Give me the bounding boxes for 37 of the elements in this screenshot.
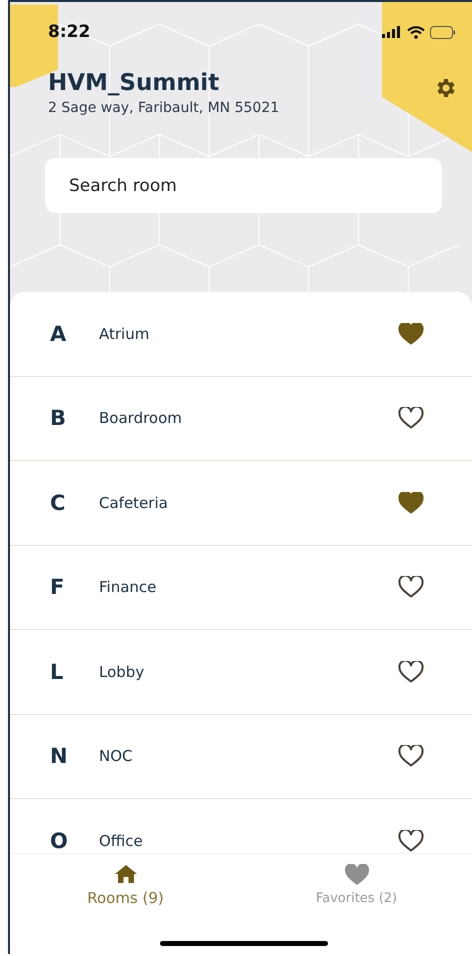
room-name: Boardroom [99,409,183,428]
room-name: Lobby [99,662,146,681]
room-row[interactable]: F Finance [10,546,472,630]
index-letter: F [50,575,66,600]
heart-outline-icon[interactable] [398,407,424,430]
battery-icon [430,26,456,38]
room-row[interactable]: L Lobby [10,630,472,714]
room-name: Cafeteria [99,494,169,512]
wifi-icon [407,26,425,38]
heart-outline-icon[interactable] [398,576,424,598]
room-row[interactable]: A Atrium [10,292,472,376]
room-row[interactable]: O Office [10,799,472,853]
home-icon [114,864,138,884]
building-address: 2 Sage way, Faribault, MN 55021 [48,100,280,116]
room-name: Atrium [99,324,150,343]
room-name: Finance [99,578,158,596]
index-letter: A [50,322,68,346]
heart-outline-icon[interactable] [398,660,424,683]
index-letter: N [50,744,69,768]
heart-outline-icon[interactable] [398,745,424,768]
heart-outline-icon[interactable] [398,830,424,852]
signal-icon [382,26,402,38]
index-letter: L [50,660,64,684]
search-field[interactable]: Search room [45,158,442,213]
room-name: Office [99,832,144,850]
room-row[interactable]: C Cafeteria [10,461,472,546]
building-title: HVM_Summit [48,70,220,96]
nav-tab[interactable]: Rooms (9) [10,854,241,907]
heart-filled-icon[interactable] [398,322,424,345]
room-row[interactable]: N NOC [10,714,472,799]
heart-filled-icon[interactable] [398,492,424,514]
room-name: NOC [99,747,134,766]
index-letter: O [50,829,69,853]
index-letter: C [50,490,66,515]
room-row[interactable]: B Boardroom [10,376,472,461]
index-letter: B [50,406,68,430]
heart-icon [344,864,370,886]
